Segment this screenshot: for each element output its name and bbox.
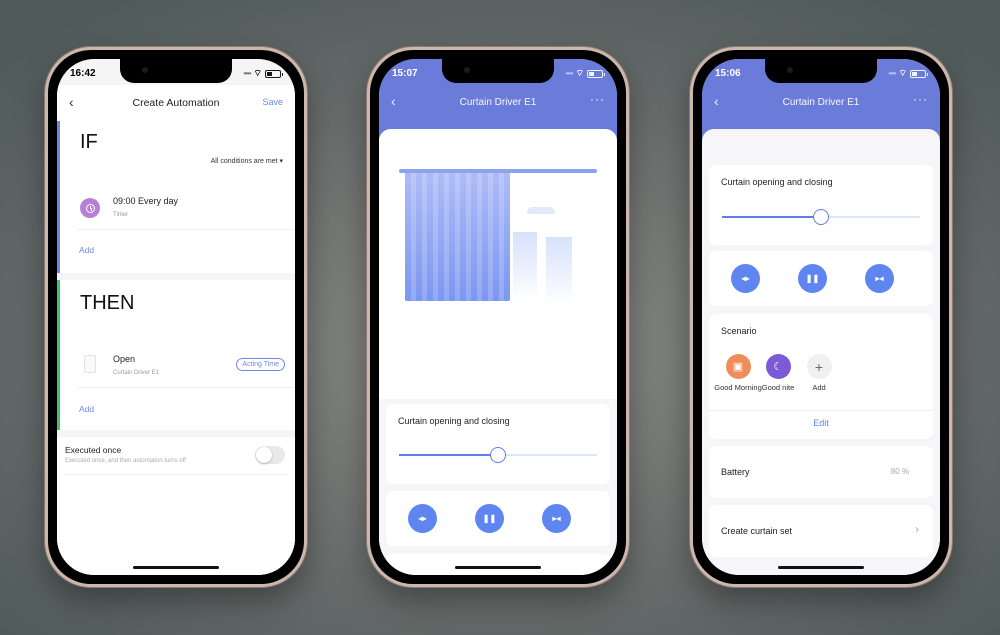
back-icon[interactable]: ‹ bbox=[391, 93, 396, 109]
add-action-link[interactable]: Add bbox=[79, 404, 94, 414]
page-title: Curtain Driver E1 bbox=[459, 96, 537, 108]
scenario-add[interactable]: + Add bbox=[795, 354, 843, 392]
home-indicator bbox=[455, 566, 541, 569]
toaster-icon: ▣ bbox=[725, 354, 751, 379]
back-icon[interactable]: ‹ bbox=[69, 94, 74, 110]
nav-bar: ‹ Create Automation Save bbox=[57, 85, 295, 121]
phone-create-automation: 16:42 •••• ⌔ ‹ Create Automation Save IF … bbox=[45, 47, 307, 587]
curtain-illustration bbox=[379, 129, 617, 399]
create-curtain-set-label: Create curtain set bbox=[721, 526, 793, 536]
then-section: THEN Open Curtain Driver E1 Acting Time … bbox=[57, 280, 295, 430]
chevron-right-icon: › bbox=[915, 522, 919, 536]
save-button[interactable]: Save bbox=[262, 97, 283, 107]
wifi-icon: ⌔ bbox=[253, 68, 262, 78]
executed-once-toggle[interactable] bbox=[255, 446, 285, 464]
nav-bar: ‹ Curtain Driver E1 ··· bbox=[379, 85, 617, 119]
then-heading: THEN bbox=[80, 292, 135, 314]
battery-row: Battery 80 % bbox=[709, 446, 933, 498]
screen: 15:06 •••• ⌔ ‹ Curtain Driver E1 ··· Curt… bbox=[702, 59, 940, 575]
curtain-drape bbox=[405, 173, 510, 301]
notch bbox=[765, 59, 877, 83]
slider-card: Curtain opening and closing bbox=[709, 165, 933, 245]
executed-once-title: Executed once bbox=[65, 445, 122, 455]
caret-down-icon: ▾ bbox=[279, 158, 283, 165]
phone-curtain-driver-settings: 15:06 •••• ⌔ ‹ Curtain Driver E1 ··· Curt… bbox=[690, 47, 952, 587]
condition-mode-dropdown[interactable]: All conditions are met ▾ bbox=[211, 157, 283, 165]
pause-button[interactable]: ❚❚ bbox=[475, 504, 504, 533]
signal-icon: •••• bbox=[243, 69, 251, 78]
condition-title: 09:00 Every day bbox=[113, 196, 179, 206]
condition-subtitle: Timer bbox=[113, 212, 129, 218]
executed-once-subtitle: Executed once, and then automation turns… bbox=[65, 458, 186, 464]
open-button[interactable]: ◂▸ bbox=[408, 504, 437, 533]
slider-thumb[interactable] bbox=[490, 447, 506, 463]
wifi-icon: ⌔ bbox=[575, 68, 584, 78]
close-button[interactable]: ▸◂ bbox=[542, 504, 571, 533]
screen: 16:42 •••• ⌔ ‹ Create Automation Save IF … bbox=[57, 59, 295, 575]
wifi-icon: ⌔ bbox=[898, 68, 907, 78]
battery-icon bbox=[265, 69, 283, 78]
curtain-position-slider[interactable] bbox=[722, 209, 920, 225]
slider-label: Curtain opening and closing bbox=[398, 416, 510, 426]
battery-icon bbox=[910, 69, 928, 78]
if-heading: IF bbox=[80, 131, 98, 153]
more-card bbox=[386, 554, 610, 575]
home-indicator bbox=[133, 566, 219, 569]
acting-time-button[interactable]: Acting Time bbox=[236, 358, 285, 371]
screen: 15:07 •••• ⌔ ‹ Curtain Driver E1 ··· Curt… bbox=[379, 59, 617, 575]
battery-label: Battery bbox=[721, 467, 750, 477]
status-time: 15:06 bbox=[715, 68, 741, 79]
open-button[interactable]: ◂▸ bbox=[731, 264, 760, 293]
signal-icon: •••• bbox=[565, 69, 573, 78]
signal-icon: •••• bbox=[888, 69, 896, 78]
divider bbox=[709, 410, 933, 411]
page-title: Create Automation bbox=[132, 97, 220, 109]
moon-icon: ☾ bbox=[765, 354, 791, 379]
battery-value: 80 % bbox=[890, 467, 909, 476]
status-time: 15:07 bbox=[392, 68, 418, 79]
pause-button[interactable]: ❚❚ bbox=[798, 264, 827, 293]
battery-icon bbox=[587, 69, 605, 78]
home-indicator bbox=[778, 566, 864, 569]
more-icon[interactable]: ··· bbox=[590, 92, 605, 106]
slider-label: Curtain opening and closing bbox=[721, 177, 833, 187]
control-card: ◂▸ ❚❚ ▸◂ bbox=[709, 251, 933, 306]
scenario-card: Scenario ▣ Good Morning ☾ Good nite + Ad… bbox=[709, 314, 933, 439]
notch bbox=[442, 59, 554, 83]
if-section: IF All conditions are met ▾ 09:00 Every … bbox=[57, 121, 295, 273]
control-card: ◂▸ ❚❚ ▸◂ bbox=[386, 491, 610, 546]
notch bbox=[120, 59, 232, 83]
create-curtain-set-row[interactable]: Create curtain set › bbox=[709, 505, 933, 557]
building bbox=[546, 237, 572, 305]
add-condition-link[interactable]: Add bbox=[79, 245, 94, 255]
action-subtitle: Curtain Driver E1 bbox=[113, 370, 160, 376]
status-time: 16:42 bbox=[70, 68, 96, 79]
phone-curtain-driver: 15:07 •••• ⌔ ‹ Curtain Driver E1 ··· Curt… bbox=[367, 47, 629, 587]
plus-icon: + bbox=[806, 354, 832, 379]
back-icon[interactable]: ‹ bbox=[714, 93, 719, 109]
cloud-icon bbox=[527, 207, 555, 214]
clock-icon bbox=[80, 198, 100, 218]
edit-scenario-link[interactable]: Edit bbox=[709, 418, 933, 428]
executed-once-row: Executed once Executed once, and then au… bbox=[57, 437, 295, 475]
building bbox=[513, 232, 537, 302]
more-icon[interactable]: ··· bbox=[913, 92, 928, 106]
condition-item[interactable]: 09:00 Every day Timer bbox=[78, 186, 295, 230]
device-icon bbox=[84, 355, 96, 373]
scenario-title: Scenario bbox=[721, 326, 757, 336]
nav-bar: ‹ Curtain Driver E1 ··· bbox=[702, 85, 940, 119]
scenario-label: Add bbox=[812, 383, 826, 392]
action-title: Open bbox=[113, 354, 136, 364]
slider-thumb[interactable] bbox=[813, 209, 829, 225]
page-title: Curtain Driver E1 bbox=[782, 96, 860, 108]
curtain-position-slider[interactable] bbox=[399, 447, 597, 463]
close-button[interactable]: ▸◂ bbox=[865, 264, 894, 293]
slider-card: Curtain opening and closing bbox=[386, 404, 610, 484]
action-item[interactable]: Open Curtain Driver E1 Acting Time bbox=[78, 344, 295, 388]
